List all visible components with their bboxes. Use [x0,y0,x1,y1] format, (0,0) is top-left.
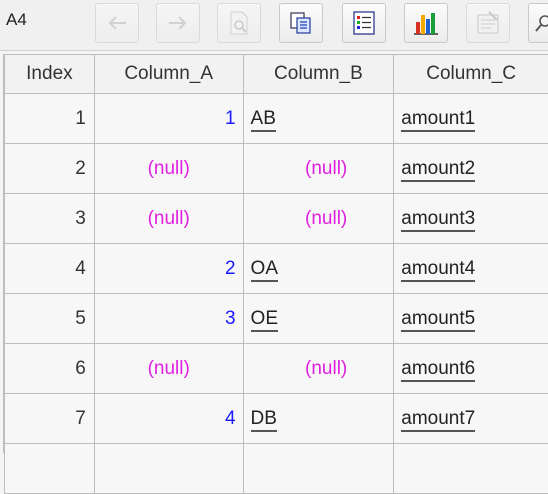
row-index[interactable]: 5 [5,294,95,344]
cell-column-c-text: amount7 [401,408,475,432]
table-row[interactable]: 4 2 OA amount4 [5,244,548,294]
cell-column-a[interactable]: (null) [94,344,243,394]
cell-column-b[interactable]: OA [243,244,394,294]
header-column-a[interactable]: Column_A [94,55,243,94]
table-row[interactable]: 7 4 DB amount7 [5,394,548,444]
cell-column-a[interactable]: (null) [94,194,243,244]
properties-button[interactable] [466,3,510,43]
cell-column-c-text: amount1 [401,108,475,132]
bar-chart-icon [412,10,440,36]
cell-column-c-text: amount5 [401,308,475,332]
row-index[interactable]: 6 [5,344,95,394]
result-grid: Index Column_A Column_B Column_C 1 1 AB … [3,54,548,453]
row-index[interactable]: 3 [5,194,95,244]
cell-column-b[interactable]: AB [243,94,394,144]
cell-column-c[interactable]: amount1 [394,94,548,144]
list-button[interactable] [342,3,386,43]
header-row: Index Column_A Column_B Column_C [5,55,548,94]
header-column-c[interactable]: Column_C [394,55,548,94]
table-row[interactable]: 3 (null) (null) amount3 [5,194,548,244]
forward-button[interactable] [156,3,200,43]
cell-column-c-text: amount6 [401,358,475,382]
cell-column-b-text: DB [251,408,277,432]
cell-column-c-text: amount2 [401,158,475,182]
cell-column-a[interactable]: 1 [94,94,243,144]
cell-column-b[interactable]: (null) [243,144,394,194]
cell-column-c[interactable]: amount7 [394,394,548,444]
cell-column-c[interactable]: amount6 [394,344,548,394]
cell-column-c[interactable]: amount2 [394,144,548,194]
chart-button[interactable] [404,3,448,43]
inspect-button[interactable] [217,3,261,43]
row-index[interactable]: 7 [5,394,95,444]
inspect-icon [227,10,251,36]
empty-row [5,444,548,494]
properties-icon [475,10,501,36]
row-index[interactable]: 4 [5,244,95,294]
empty-cell[interactable] [243,444,394,494]
copy-icon [288,10,314,36]
table-row[interactable]: 6 (null) (null) amount6 [5,344,548,394]
cell-column-b-text: AB [251,108,276,132]
row-index[interactable]: 2 [5,144,95,194]
empty-cell[interactable] [94,444,243,494]
search-icon [533,12,548,34]
search-button[interactable] [528,3,548,43]
copy-button[interactable] [279,3,323,43]
empty-cell[interactable] [5,444,95,494]
row-index[interactable]: 1 [5,94,95,144]
data-table: Index Column_A Column_B Column_C 1 1 AB … [4,54,548,494]
table-row[interactable]: 5 3 OE amount5 [5,294,548,344]
cell-column-b-text: OA [251,258,278,282]
empty-cell[interactable] [394,444,548,494]
toolbar: A4 [0,0,548,51]
back-arrow-icon [106,14,128,32]
cell-column-a[interactable]: 3 [94,294,243,344]
table-row[interactable]: 2 (null) (null) amount2 [5,144,548,194]
cell-column-b-text: OE [251,308,278,332]
cell-column-b[interactable]: (null) [243,344,394,394]
forward-arrow-icon [167,14,189,32]
cell-column-b[interactable]: DB [243,394,394,444]
cell-column-c-text: amount4 [401,258,475,282]
cell-reference: A4 [6,10,27,30]
header-index[interactable]: Index [5,55,95,94]
cell-column-c-text: amount3 [401,208,475,232]
cell-column-a[interactable]: 4 [94,394,243,444]
cell-column-b[interactable]: OE [243,294,394,344]
cell-column-c[interactable]: amount3 [394,194,548,244]
table-row[interactable]: 1 1 AB amount1 [5,94,548,144]
cell-column-c[interactable]: amount5 [394,294,548,344]
list-icon [351,10,377,36]
cell-column-c[interactable]: amount4 [394,244,548,294]
cell-column-a[interactable]: (null) [94,144,243,194]
cell-column-a[interactable]: 2 [94,244,243,294]
cell-column-b[interactable]: (null) [243,194,394,244]
header-column-b[interactable]: Column_B [243,55,394,94]
back-button[interactable] [95,3,139,43]
